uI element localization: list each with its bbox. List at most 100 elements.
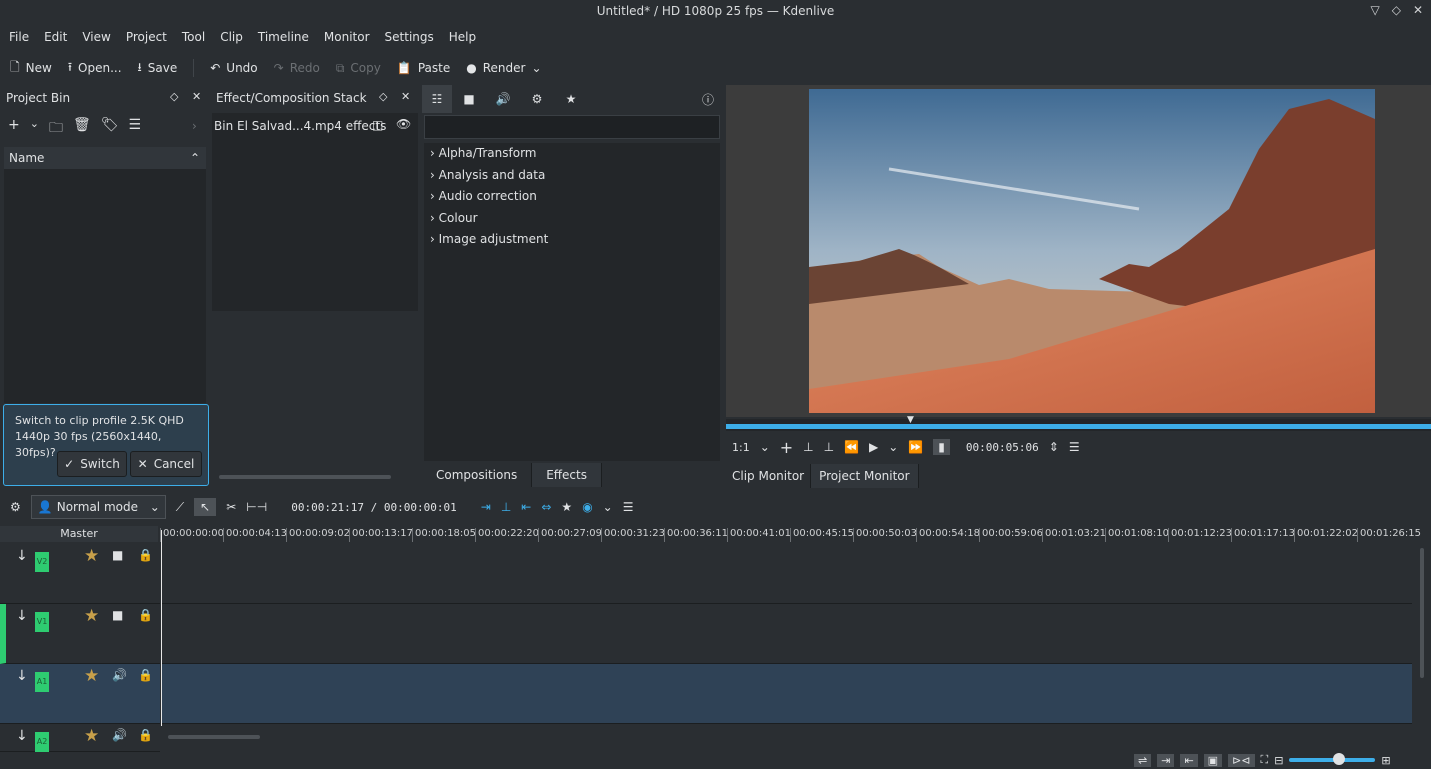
gear-icon[interactable]: ⚙ — [10, 500, 21, 514]
chevron-down-icon[interactable]: ⌄ — [30, 117, 39, 141]
audio-icon[interactable]: 🔊 — [112, 668, 127, 682]
copy-button[interactable]: ⧉ Copy — [336, 61, 381, 76]
loop-icon[interactable]: ▮ — [933, 439, 950, 455]
switch-button[interactable]: ✓ Switch — [57, 451, 127, 477]
list-icon[interactable]: ☷ — [422, 85, 452, 113]
chevron-down-icon[interactable]: ⌄ — [531, 61, 541, 75]
audio-icon[interactable]: 🔊 — [486, 92, 520, 106]
close-icon[interactable]: ✕ — [192, 90, 201, 103]
lift-icon[interactable]: ⇔ — [541, 500, 551, 514]
timecode-field[interactable]: 00:00:05:06 — [960, 441, 1039, 454]
eye-icon[interactable]: 👁 — [396, 117, 411, 131]
menu-file[interactable]: File — [4, 30, 39, 44]
add-marker-icon[interactable]: + — [780, 438, 793, 457]
slip-icon[interactable]: ▣ — [1203, 753, 1223, 767]
paste-button[interactable]: 📋 Paste — [397, 61, 450, 75]
sliders-icon[interactable]: ☰ — [623, 500, 634, 514]
roll-icon[interactable]: ⇤ — [1180, 753, 1198, 767]
video-icon[interactable]: ■ — [112, 608, 123, 622]
timeline-ruler[interactable]: 00:00:00:00 00:00:04:13 00:00:09:02 00:0… — [160, 526, 1431, 544]
forward-icon[interactable]: ⏩ — [908, 440, 923, 454]
set-zone-out-icon[interactable]: ⊥ — [824, 440, 834, 454]
custom-effects-icon[interactable]: ⚙ — [520, 92, 554, 106]
bin-list[interactable] — [4, 169, 206, 403]
lock-icon[interactable]: 🔒 — [138, 728, 153, 742]
menu-view[interactable]: View — [77, 30, 120, 44]
tag-icon[interactable]: 🏷 — [101, 117, 119, 141]
zoom-out-icon[interactable]: ⊟ — [1274, 754, 1283, 767]
edit-mode-select[interactable]: 👤 Normal mode ⌄ — [30, 495, 166, 519]
lock-icon[interactable]: 🔒 — [138, 608, 153, 622]
redo-button[interactable]: ↷ Redo — [274, 61, 320, 75]
horizontal-scrollbar[interactable] — [168, 735, 260, 739]
effect-category-item[interactable]: › Alpha/Transform — [424, 143, 720, 165]
spacer-tool-icon[interactable]: ⊢⊣ — [246, 500, 267, 514]
menu-settings[interactable]: Settings — [380, 30, 444, 44]
extract-icon[interactable]: ⇤ — [521, 500, 531, 514]
menu-timeline[interactable]: Timeline — [253, 30, 319, 44]
star-icon[interactable]: ★ — [84, 606, 99, 626]
close-icon[interactable]: ✕ — [1413, 3, 1423, 17]
zoom-label[interactable]: 1:1 — [732, 441, 750, 454]
slide-icon[interactable]: ⊳⊲ — [1228, 753, 1255, 767]
razor-icon[interactable]: ✂ — [226, 500, 236, 514]
info-icon[interactable]: ⓘ — [702, 91, 714, 108]
audio-icon[interactable]: 🔊 — [112, 728, 127, 742]
new-button[interactable]: 🗋 New — [10, 58, 52, 79]
undo-button[interactable]: ↶ Undo — [210, 61, 257, 75]
star-icon[interactable]: ★ — [84, 666, 99, 686]
track-lane-v2[interactable] — [162, 544, 1412, 604]
track-header-a1[interactable]: ↓ A1 ★ 🔊 🔒 — [0, 664, 160, 724]
save-button[interactable]: ⭳ Save — [138, 58, 178, 79]
float-icon[interactable]: ◇ — [170, 90, 178, 103]
timeline-position[interactable]: 00:00:21:17 / 00:00:00:01 — [277, 501, 471, 514]
star-icon[interactable]: ★ — [554, 92, 588, 106]
master-header[interactable]: Master — [0, 526, 158, 542]
select-tool-icon[interactable]: ↖ — [194, 498, 217, 516]
play-icon[interactable]: ▶ — [869, 440, 878, 454]
track-header-a2[interactable]: ↓ A2 ★ 🔊 🔒 — [0, 724, 160, 752]
star-icon[interactable]: ★ — [561, 500, 572, 514]
effects-search-input[interactable] — [424, 115, 720, 139]
playhead-marker-icon[interactable]: ▼ — [907, 415, 914, 425]
add-folder-icon[interactable]: 🗀 — [49, 117, 63, 141]
effect-category-item[interactable]: › Audio correction — [424, 186, 720, 208]
tab-clip-monitor[interactable]: Clip Monitor — [726, 464, 812, 488]
video-icon[interactable]: ■ — [112, 548, 123, 562]
track-lane-v1[interactable] — [162, 604, 1412, 664]
chevron-down-icon[interactable]: ⌄ — [760, 440, 770, 454]
menu-icon[interactable]: ☰ — [129, 117, 142, 141]
lock-icon[interactable]: 🔒 — [138, 668, 153, 682]
cancel-button[interactable]: ✕ Cancel — [130, 451, 202, 477]
snap-icon[interactable]: ⟋ — [176, 500, 184, 515]
arrow-down-icon[interactable]: ↓ — [16, 668, 28, 684]
star-icon[interactable]: ★ — [84, 726, 99, 746]
render-button[interactable]: ● Render ⌄ — [466, 61, 541, 75]
float-icon[interactable]: ◇ — [379, 90, 387, 103]
playhead-line[interactable] — [161, 530, 162, 726]
arrow-down-icon[interactable]: ↓ — [16, 548, 28, 564]
insert-icon[interactable]: ⇥ — [481, 500, 491, 514]
tab-compositions[interactable]: Compositions — [422, 463, 533, 487]
effect-category-item[interactable]: › Image adjustment — [424, 229, 720, 251]
delete-icon[interactable]: 🗑 — [73, 117, 91, 141]
close-icon[interactable]: ✕ — [401, 90, 410, 103]
tab-project-monitor[interactable]: Project Monitor — [811, 464, 919, 488]
spin-icon[interactable]: ⇕ — [1049, 440, 1059, 454]
track-header-v2[interactable]: ↓ V2 ★ ■ 🔒 — [0, 544, 160, 604]
lock-icon[interactable]: 🔒 — [138, 548, 153, 562]
mixer-icon[interactable]: ⇌ — [1134, 753, 1152, 767]
chevron-down-icon[interactable]: ⌄ — [603, 500, 613, 514]
slider-handle[interactable] — [1333, 753, 1346, 765]
track-header-v1[interactable]: ↓ V1 ★ ■ 🔒 — [0, 604, 160, 664]
tab-effects[interactable]: Effects — [532, 463, 602, 487]
menu-clip[interactable]: Clip — [215, 30, 253, 44]
menu-monitor[interactable]: Monitor — [319, 30, 380, 44]
add-clip-icon[interactable]: + — [8, 117, 20, 141]
star-icon[interactable]: ★ — [84, 546, 99, 566]
zoom-in-icon[interactable]: ⊞ — [1381, 754, 1390, 767]
video-icon[interactable]: ■ — [452, 92, 486, 106]
chevron-down-icon[interactable]: ⌄ — [888, 440, 898, 454]
column-header-name[interactable]: Name ⌃ — [4, 147, 206, 169]
arrow-down-icon[interactable]: ↓ — [16, 728, 28, 744]
